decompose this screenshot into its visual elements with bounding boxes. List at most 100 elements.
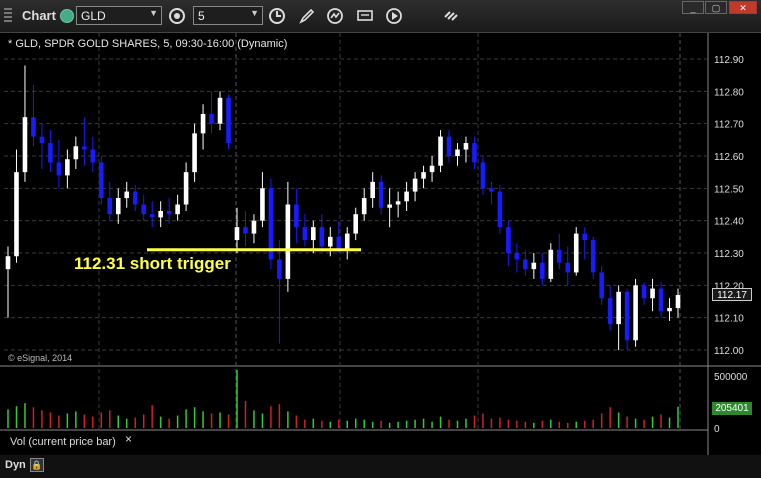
candle-body [404, 191, 409, 202]
volume-tick-label: 0 [714, 424, 720, 435]
price-tick-label: 112.80 [714, 87, 744, 98]
candle-body [633, 285, 638, 341]
candle-body [412, 178, 418, 192]
candle-body [115, 198, 121, 215]
candle-body [429, 165, 435, 173]
candle-body [540, 262, 545, 279]
candle-body [344, 233, 350, 250]
candle-body [506, 227, 511, 253]
candle-body [370, 181, 375, 199]
candle-body [472, 143, 477, 163]
candle-body [624, 291, 630, 341]
volume-tick-label: 500000 [714, 372, 748, 383]
candle-body [56, 162, 62, 176]
candle-body [260, 188, 265, 221]
candle-body [641, 285, 647, 299]
candle-body [183, 172, 189, 205]
candle-body [22, 117, 28, 173]
candle-body [455, 149, 460, 156]
price-tick-label: 112.50 [714, 184, 744, 195]
candle-body [90, 149, 96, 163]
candle-body [107, 198, 113, 215]
candle-body [548, 249, 554, 279]
candle-body [277, 259, 282, 279]
price-tick-label: 112.90 [714, 55, 744, 66]
price-volume-chart[interactable]: 112.90 112.80 112.70 112.60 112.50 112.40 112.… [0, 0, 761, 455]
candle-body [361, 198, 367, 215]
candle-body [556, 249, 562, 263]
price-tick-label: 112.30 [714, 249, 744, 260]
candle-body [166, 210, 172, 215]
lock-icon[interactable]: 🔒 [30, 458, 44, 472]
candle-body [73, 146, 79, 160]
candle-body [209, 113, 214, 124]
candle-body [98, 162, 104, 199]
candle-body [582, 233, 588, 241]
price-tick-label: 112.40 [714, 217, 744, 228]
volume-pane-label: Vol (current price bar) [10, 436, 116, 448]
candle-body [192, 133, 197, 173]
candle-body [378, 181, 384, 208]
candle-body [294, 204, 299, 228]
candle-body [650, 288, 655, 299]
candle-body [523, 259, 528, 270]
candle-body [497, 191, 503, 228]
candle-body [573, 233, 579, 273]
candle-body [200, 113, 206, 134]
candle-body [438, 136, 443, 166]
candle-body [82, 146, 87, 150]
candle-body [675, 295, 681, 308]
candle-body [243, 227, 248, 234]
candle-body [658, 288, 664, 312]
candle-body [124, 191, 130, 199]
price-tick-label: 112.60 [714, 152, 744, 163]
candle-body [149, 214, 155, 218]
price-tick-label: 112.70 [714, 120, 744, 131]
candle-body [319, 227, 325, 247]
trigger-annotation: 112.31 short trigger [74, 254, 231, 273]
price-tick-label: 112.10 [714, 314, 744, 325]
candle-body [65, 159, 70, 176]
candle-body [590, 240, 596, 273]
copyright-label: © eSignal, 2014 [8, 353, 73, 363]
candle-body [395, 201, 401, 205]
candle-body [141, 204, 146, 215]
candle-body [531, 262, 537, 270]
candle-body [489, 188, 494, 192]
candle-body [226, 97, 231, 144]
candle-body [616, 291, 621, 325]
candle-body [14, 172, 19, 257]
status-bar [0, 455, 761, 478]
candle-body [5, 256, 11, 270]
candle-body [285, 204, 291, 279]
volume-pane-close-icon[interactable]: × [125, 432, 132, 446]
candle-body [480, 162, 486, 189]
candle-body [599, 272, 604, 299]
candle-body [251, 220, 257, 234]
candle-body [302, 227, 308, 241]
candle-body [463, 143, 469, 150]
candle-body [565, 262, 571, 273]
candle-body [514, 253, 520, 260]
chart-info-line: * GLD, SPDR GOLD SHARES, 5, 09:30-16:00 … [8, 38, 288, 50]
candle-body [311, 227, 316, 241]
candle-body [387, 204, 392, 208]
current-volume-tag: 205401 [712, 402, 752, 415]
current-price-tag: 112.17 [712, 288, 752, 301]
dynamic-mode-label[interactable]: Dyn [5, 459, 26, 471]
candle-body [353, 214, 359, 234]
candle-body [421, 172, 426, 179]
candle-body [158, 210, 163, 218]
candle-body [234, 227, 240, 241]
price-tick-label: 112.00 [714, 346, 744, 357]
candle-body [39, 136, 45, 144]
candle-body [667, 307, 672, 312]
candle-body [48, 143, 53, 163]
candle-body [327, 236, 333, 247]
candle-body [132, 191, 138, 205]
candle-body [175, 204, 180, 215]
candle-body [607, 298, 613, 325]
candle-body [336, 236, 342, 250]
candle-body [31, 117, 36, 137]
candle-body [217, 97, 223, 124]
